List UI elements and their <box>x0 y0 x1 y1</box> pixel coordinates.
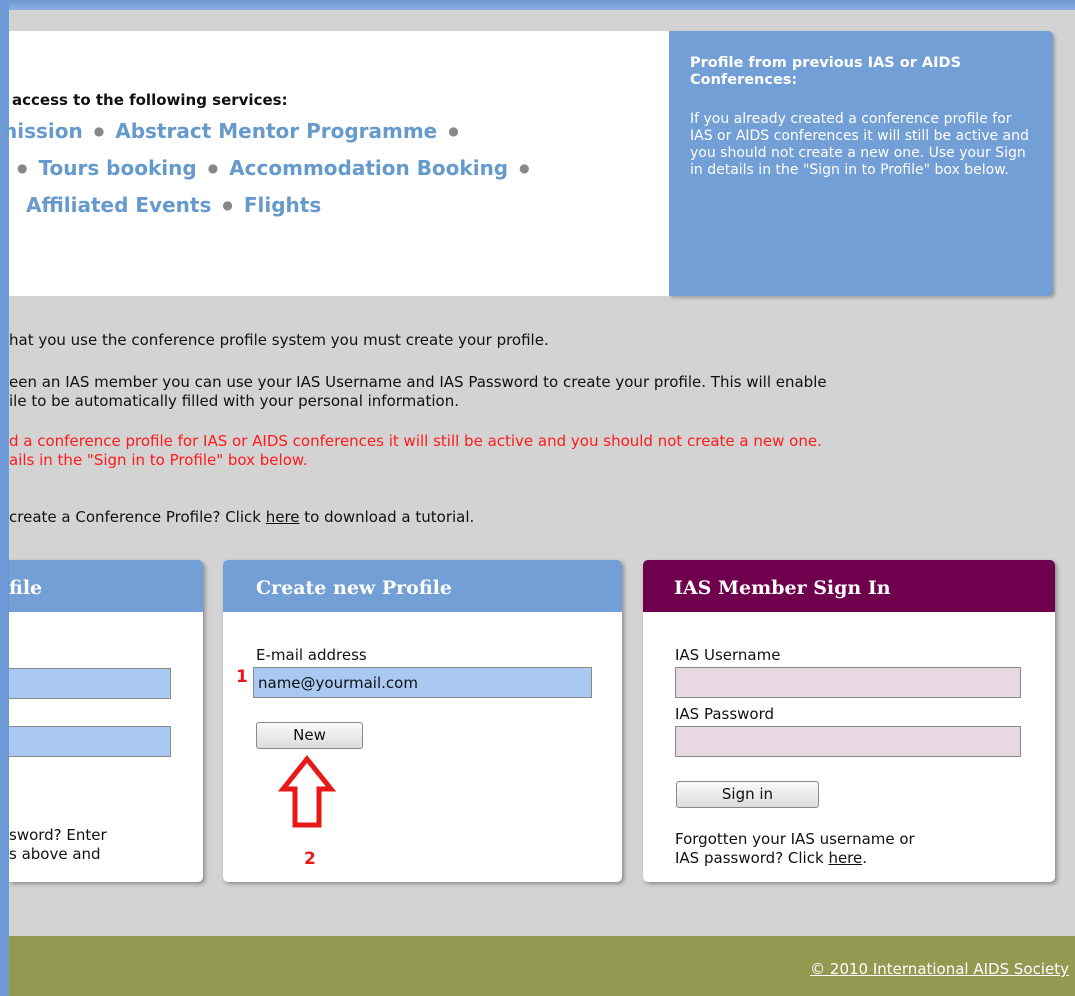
footer: © 2010 International AIDS Society <box>9 936 1075 996</box>
new-profile-button[interactable]: New <box>256 722 363 749</box>
email-input[interactable] <box>253 667 592 698</box>
services-line-3: Affiliated Events ● Flights <box>26 193 321 217</box>
up-arrow-icon <box>277 755 337 828</box>
left-border <box>0 0 9 996</box>
service-link-affiliated-events[interactable]: Affiliated Events <box>26 193 211 217</box>
service-link-flights[interactable]: Flights <box>244 193 321 217</box>
ias-sign-in-title: IAS Member Sign In <box>643 560 1055 612</box>
sign-in-profile-title: file <box>9 560 203 612</box>
forgot-password-line2: s above and <box>9 845 101 863</box>
copyright-link[interactable]: © 2010 International AIDS Society <box>810 960 1069 978</box>
services-box: access to the following services: nissio… <box>3 31 669 296</box>
warning-paragraph-line2: ails in the "Sign in to Profile" box bel… <box>9 451 308 469</box>
previous-profile-title: Profile from previous IAS or AIDS Confer… <box>690 55 962 88</box>
forgot-password-line1: sword? Enter <box>9 826 107 844</box>
sign-in-profile-panel: file sword? Enter s above and <box>9 560 203 882</box>
forgot-ias-credentials-text: Forgotten your IAS username or IAS passw… <box>675 830 935 868</box>
bullet-icon: ● <box>17 161 28 175</box>
intro-paragraph: hat you use the conference profile syste… <box>9 331 549 349</box>
previous-profile-text: If you already created a conference prof… <box>690 111 1029 178</box>
tutorial-text-before: create a Conference Profile? Click <box>9 508 266 526</box>
bullet-icon: ● <box>519 161 530 175</box>
tutorial-text-after: to download a tutorial. <box>299 508 475 526</box>
services-heading: access to the following services: <box>12 91 288 109</box>
services-line-2: ● Tours booking ● Accommodation Booking ● <box>17 156 541 180</box>
create-profile-panel: Create new Profile E-mail address 1 New … <box>223 560 622 882</box>
profile-email-input[interactable] <box>9 668 171 699</box>
service-link-submission[interactable]: nission <box>3 119 83 143</box>
step-marker-1: 1 <box>236 667 248 687</box>
sign-in-button[interactable]: Sign in <box>676 781 819 808</box>
ias-password-input[interactable] <box>675 726 1021 757</box>
forgot-text-before: Forgotten your IAS username or IAS passw… <box>675 830 915 867</box>
ias-member-sign-in-panel: IAS Member Sign In IAS Username IAS Pass… <box>643 560 1055 882</box>
service-link-tours[interactable]: Tours booking <box>38 156 196 180</box>
ias-username-label: IAS Username <box>675 646 781 664</box>
member-paragraph-line1: een an IAS member you can use your IAS U… <box>9 373 827 391</box>
service-link-abstract-mentor[interactable]: Abstract Mentor Programme <box>115 119 437 143</box>
bullet-icon: ● <box>207 161 219 175</box>
top-bar <box>0 0 1075 10</box>
email-label: E-mail address <box>256 646 367 664</box>
bullet-icon: ● <box>93 124 105 138</box>
warning-paragraph-line1: d a conference profile for IAS or AIDS c… <box>9 432 822 450</box>
ias-password-label: IAS Password <box>675 705 775 723</box>
create-profile-title: Create new Profile <box>223 560 622 612</box>
step-marker-2: 2 <box>304 849 316 869</box>
bullet-icon: ● <box>448 124 459 138</box>
forgot-credentials-link[interactable]: here <box>828 849 862 867</box>
bullet-icon: ● <box>222 198 233 212</box>
services-line-1: nission ● Abstract Mentor Programme ● <box>3 119 470 143</box>
tutorial-link[interactable]: here <box>266 508 300 526</box>
profile-password-input[interactable] <box>9 726 171 757</box>
tutorial-paragraph: create a Conference Profile? Click here … <box>9 508 474 527</box>
service-link-accommodation[interactable]: Accommodation Booking <box>229 156 508 180</box>
ias-username-input[interactable] <box>675 667 1021 698</box>
previous-profile-box: Profile from previous IAS or AIDS Confer… <box>669 31 1053 296</box>
forgot-text-after: . <box>862 849 868 867</box>
member-paragraph-line2: ile to be automatically filled with your… <box>9 392 459 410</box>
